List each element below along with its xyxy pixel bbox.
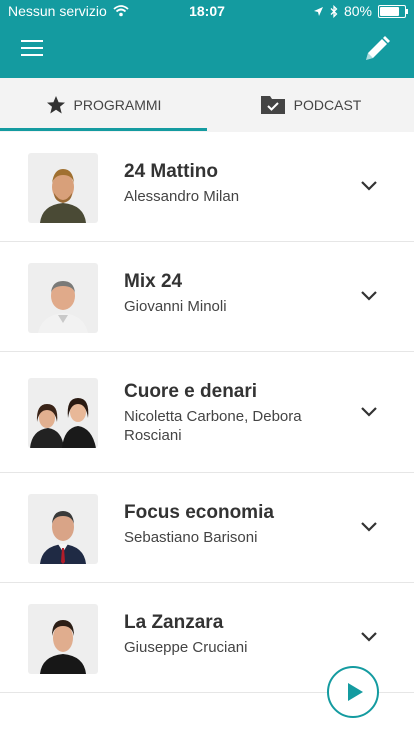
host-avatar: [28, 494, 98, 564]
program-title: 24 Mattino: [124, 161, 218, 182]
chevron-down-icon[interactable]: [360, 631, 378, 643]
status-right: 80%: [313, 3, 408, 19]
program-title: Focus economia: [124, 502, 274, 523]
tab-selected-indicator: [0, 128, 207, 131]
chevron-down-icon[interactable]: [360, 290, 378, 302]
host-avatar: [28, 604, 98, 674]
host-avatar: [28, 378, 98, 448]
tab-programmi-label: PROGRAMMI: [73, 97, 162, 113]
chevron-down-icon[interactable]: [360, 180, 378, 192]
program-host: Nicoletta Carbone, Debora Rosciani: [124, 408, 302, 444]
pencil-icon[interactable]: [362, 34, 392, 64]
play-icon: [348, 683, 363, 701]
chevron-down-icon[interactable]: [360, 521, 378, 533]
tab-bar: PROGRAMMI PODCAST: [0, 78, 414, 132]
program-row-24-mattino[interactable]: 24 Mattino Alessandro Milan: [0, 132, 414, 242]
battery-percent: 80%: [343, 3, 372, 19]
star-icon: [46, 96, 65, 114]
bluetooth-icon: [330, 4, 338, 18]
program-host: Giuseppe Cruciani: [124, 639, 248, 656]
hamburger-menu-icon[interactable]: [16, 36, 48, 64]
program-title: Mix 24: [124, 271, 183, 292]
status-bar: Nessun servizio 18:07 80%: [0, 0, 414, 22]
program-host: Giovanni Minoli: [124, 298, 227, 315]
battery-icon: [378, 4, 408, 18]
chevron-down-icon[interactable]: [360, 406, 378, 418]
program-list: 24 Mattino Alessandro Milan Mix 24 Giova…: [0, 132, 414, 693]
location-arrow-icon: [313, 6, 323, 16]
tab-programmi[interactable]: PROGRAMMI: [0, 78, 207, 132]
program-row-mix-24[interactable]: Mix 24 Giovanni Minoli: [0, 242, 414, 352]
app-bar: [0, 22, 414, 78]
program-title: La Zanzara: [124, 612, 224, 633]
program-host: Alessandro Milan: [124, 188, 240, 205]
tab-podcast[interactable]: PODCAST: [207, 78, 414, 132]
program-row-focus-economia[interactable]: Focus economia Sebastiano Barisoni: [0, 473, 414, 583]
program-host: Sebastiano Barisoni: [124, 529, 258, 546]
tab-podcast-label: PODCAST: [293, 97, 362, 113]
play-button[interactable]: [327, 666, 379, 718]
folder-check-icon: [260, 96, 285, 114]
host-avatar: [28, 263, 98, 333]
program-row-cuore-e-denari[interactable]: Cuore e denari Nicoletta Carbone, Debora…: [0, 352, 414, 473]
program-title: Cuore e denari: [124, 381, 258, 402]
host-avatar: [28, 153, 98, 223]
